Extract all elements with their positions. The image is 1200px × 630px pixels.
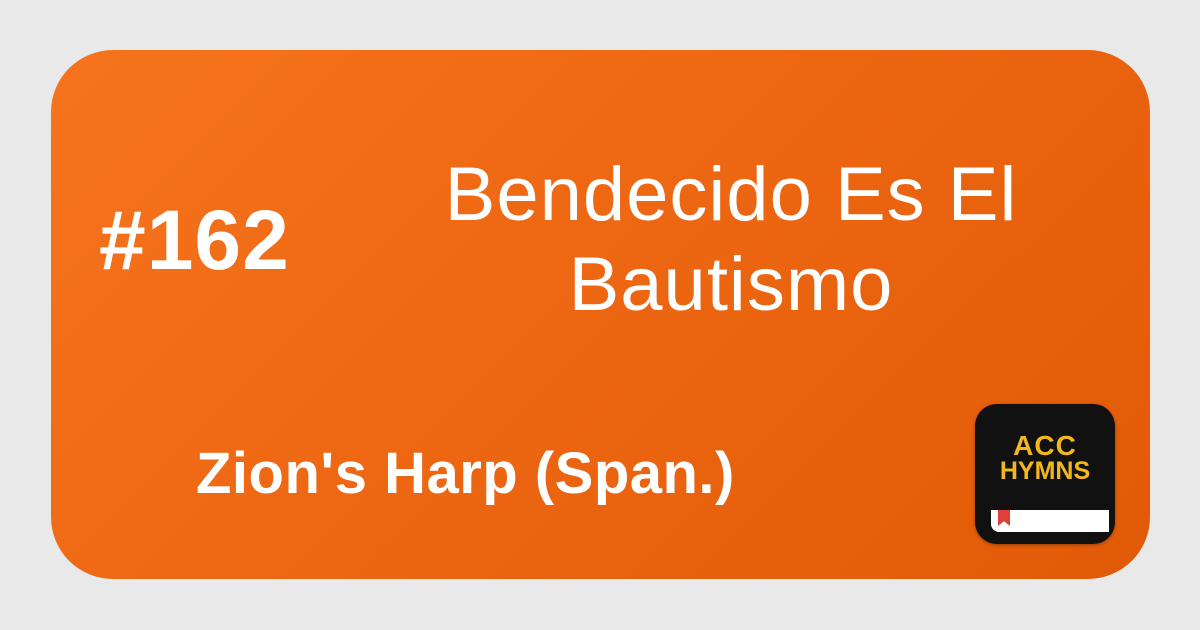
app-icon-label-hymns: HYMNS <box>999 457 1091 485</box>
hymn-title-line1: Bendecido Es El <box>444 152 1018 237</box>
app-icon-label-acc: ACC <box>1013 430 1077 461</box>
acc-hymns-app-icon: ACC HYMNS <box>975 404 1115 544</box>
hymn-card: #162 Bendecido Es El Bautismo Zion's Har… <box>51 50 1150 579</box>
hymn-title-line2: Bautismo <box>568 241 894 327</box>
hymn-title: Bendecido Es El Bautismo <box>381 150 1081 329</box>
hymnbook-name: Zion's Harp (Span.) <box>196 441 735 506</box>
hymn-number: #162 <box>99 193 290 287</box>
background: #162 Bendecido Es El Bautismo Zion's Har… <box>0 0 1200 630</box>
